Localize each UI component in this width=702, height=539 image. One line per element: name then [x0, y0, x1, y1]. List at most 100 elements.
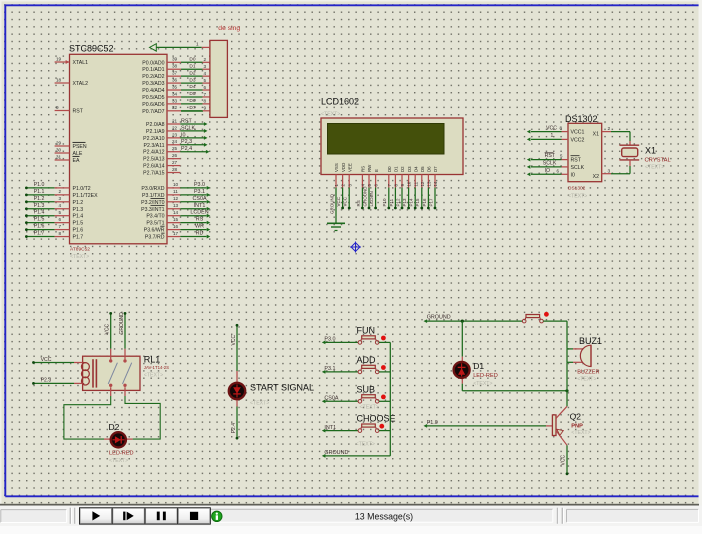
svg-text:P1.7: P1.7	[73, 235, 84, 241]
svg-text:P1.1/T2EX: P1.1/T2EX	[73, 193, 99, 199]
svg-text:3: 3	[59, 196, 62, 201]
svg-text:29: 29	[56, 140, 62, 145]
svg-text:P1.2: P1.2	[73, 200, 84, 206]
svg-text:<TEXT>: <TEXT>	[250, 401, 269, 407]
svg-text:Q2: Q2	[570, 412, 582, 422]
svg-text:P2.3: P2.3	[181, 139, 192, 145]
svg-text:9: 9	[56, 105, 59, 110]
svg-text:PNP: PNP	[571, 423, 583, 429]
svg-text:WR: WR	[195, 224, 204, 230]
svg-text:P0.1/AD1: P0.1/AD1	[142, 67, 164, 73]
svg-text:P0.2/AD2: P0.2/AD2	[142, 74, 164, 80]
svg-text:P3.0: P3.0	[324, 337, 335, 343]
svg-text:38: 38	[172, 64, 178, 69]
svg-text:1: 1	[59, 182, 62, 187]
svg-text:11: 11	[413, 181, 418, 186]
svg-text:1: 1	[551, 133, 554, 139]
svg-text:8: 8	[204, 99, 207, 104]
svg-text:P2.7/A15: P2.7/A15	[143, 171, 164, 177]
svg-text:P0.6/AD6: P0.6/AD6	[142, 102, 164, 108]
svg-text:P1.1: P1.1	[34, 189, 45, 195]
svg-text:P1.7: P1.7	[34, 231, 45, 237]
svg-text:RST: RST	[181, 118, 192, 124]
svg-text:CRYSTAL: CRYSTAL	[645, 158, 672, 164]
svg-text:8: 8	[59, 231, 62, 236]
svg-text:P1.4: P1.4	[73, 214, 84, 220]
svg-text:DS1302: DS1302	[568, 186, 586, 192]
svg-text:RST: RST	[545, 153, 556, 159]
svg-text:VSS: VSS	[334, 163, 339, 172]
svg-text:FUN: FUN	[357, 325, 376, 335]
svg-text:P3.4/T0: P3.4/T0	[146, 214, 164, 220]
svg-text:4: 4	[204, 71, 207, 76]
svg-text:P0.5/AD5: P0.5/AD5	[142, 95, 164, 101]
svg-text:P1.3: P1.3	[34, 203, 45, 209]
svg-text:JAV-1T14-2S: JAV-1T14-2S	[144, 365, 169, 370]
svg-text:30: 30	[56, 147, 62, 152]
svg-text:XTAL2: XTAL2	[73, 81, 89, 87]
svg-text:D3: D3	[189, 77, 195, 83]
svg-text:RW: RW	[367, 164, 372, 172]
svg-text:10: 10	[173, 182, 179, 187]
svg-text:19: 19	[56, 56, 62, 61]
svg-text:LCD1602: LCD1602	[321, 97, 359, 107]
svg-text:<TEXT>: <TEXT>	[109, 458, 128, 464]
svg-text:RS: RS	[361, 166, 366, 172]
svg-text:P3.0/RXD: P3.0/RXD	[141, 186, 164, 192]
svg-text:37: 37	[172, 71, 178, 76]
svg-text:P0.3/AD3: P0.3/AD3	[142, 81, 164, 87]
svg-text:SCLK: SCLK	[571, 165, 585, 171]
svg-text:D5: D5	[189, 91, 195, 97]
svg-text:P11: P11	[389, 198, 394, 206]
svg-text:<TEXT>: <TEXT>	[577, 376, 596, 382]
svg-text:13: 13	[427, 181, 432, 186]
svg-text:P3.1: P3.1	[194, 189, 205, 195]
svg-text:36: 36	[172, 77, 178, 82]
svg-text:RST: RST	[73, 109, 84, 115]
svg-text:CHOOSE: CHOOSE	[357, 414, 396, 424]
svg-text:<TEXT>: <TEXT>	[356, 441, 375, 447]
svg-text:P1.6: P1.6	[34, 224, 45, 230]
svg-text:LED-RED: LED-RED	[473, 373, 498, 379]
svg-text:P3.2/INT0: P3.2/INT0	[141, 200, 164, 206]
svg-text:P3.6/WR: P3.6/WR	[144, 228, 165, 234]
svg-text:6: 6	[59, 217, 62, 222]
svg-text:10: 10	[407, 181, 412, 186]
svg-text:2: 2	[204, 57, 207, 62]
svg-text:D0: D0	[387, 166, 392, 172]
svg-text:P14: P14	[409, 198, 414, 207]
svg-text:LED-RED: LED-RED	[109, 451, 134, 457]
svg-text:14: 14	[173, 210, 179, 215]
svg-text:P1.2: P1.2	[34, 196, 45, 202]
svg-text:CS0A: CS0A	[192, 196, 206, 202]
svg-text:<TEXT>: <TEXT>	[571, 430, 590, 436]
svg-text:PSEN: PSEN	[73, 144, 87, 150]
svg-text:P1.4: P1.4	[34, 210, 45, 216]
svg-text:VCC: VCC	[546, 125, 557, 131]
svg-text:16: 16	[173, 224, 179, 229]
svg-text:D6: D6	[427, 166, 432, 172]
svg-text:DS1302: DS1302	[565, 114, 598, 124]
svg-text:SCLK: SCLK	[543, 161, 557, 167]
svg-text:P15: P15	[415, 198, 420, 207]
svg-text:P2.1/A9: P2.1/A9	[146, 129, 165, 135]
svg-text:IO: IO	[545, 168, 550, 174]
svg-text:33: 33	[172, 98, 178, 103]
svg-text:VCC: VCC	[561, 455, 567, 466]
svg-text:D5: D5	[420, 166, 425, 172]
svg-text:P3.1/TXD: P3.1/TXD	[142, 193, 165, 199]
svg-text:7: 7	[59, 224, 62, 229]
svg-text:D0: D0	[189, 57, 195, 63]
svg-text:24: 24	[172, 139, 178, 144]
svg-text:RD: RD	[196, 231, 204, 237]
svg-text:GROUND: GROUND	[362, 186, 367, 207]
svg-text:21: 21	[172, 118, 178, 123]
svg-text:D7: D7	[433, 166, 438, 172]
svg-text:P1.5: P1.5	[34, 217, 45, 223]
svg-text:15: 15	[173, 217, 179, 222]
svg-text:STC89C52: STC89C52	[69, 44, 114, 54]
svg-text:VCC1: VCC1	[571, 130, 585, 136]
svg-text:D1: D1	[189, 63, 195, 69]
svg-text:RS: RS	[196, 217, 204, 223]
svg-text:35: 35	[172, 84, 178, 89]
